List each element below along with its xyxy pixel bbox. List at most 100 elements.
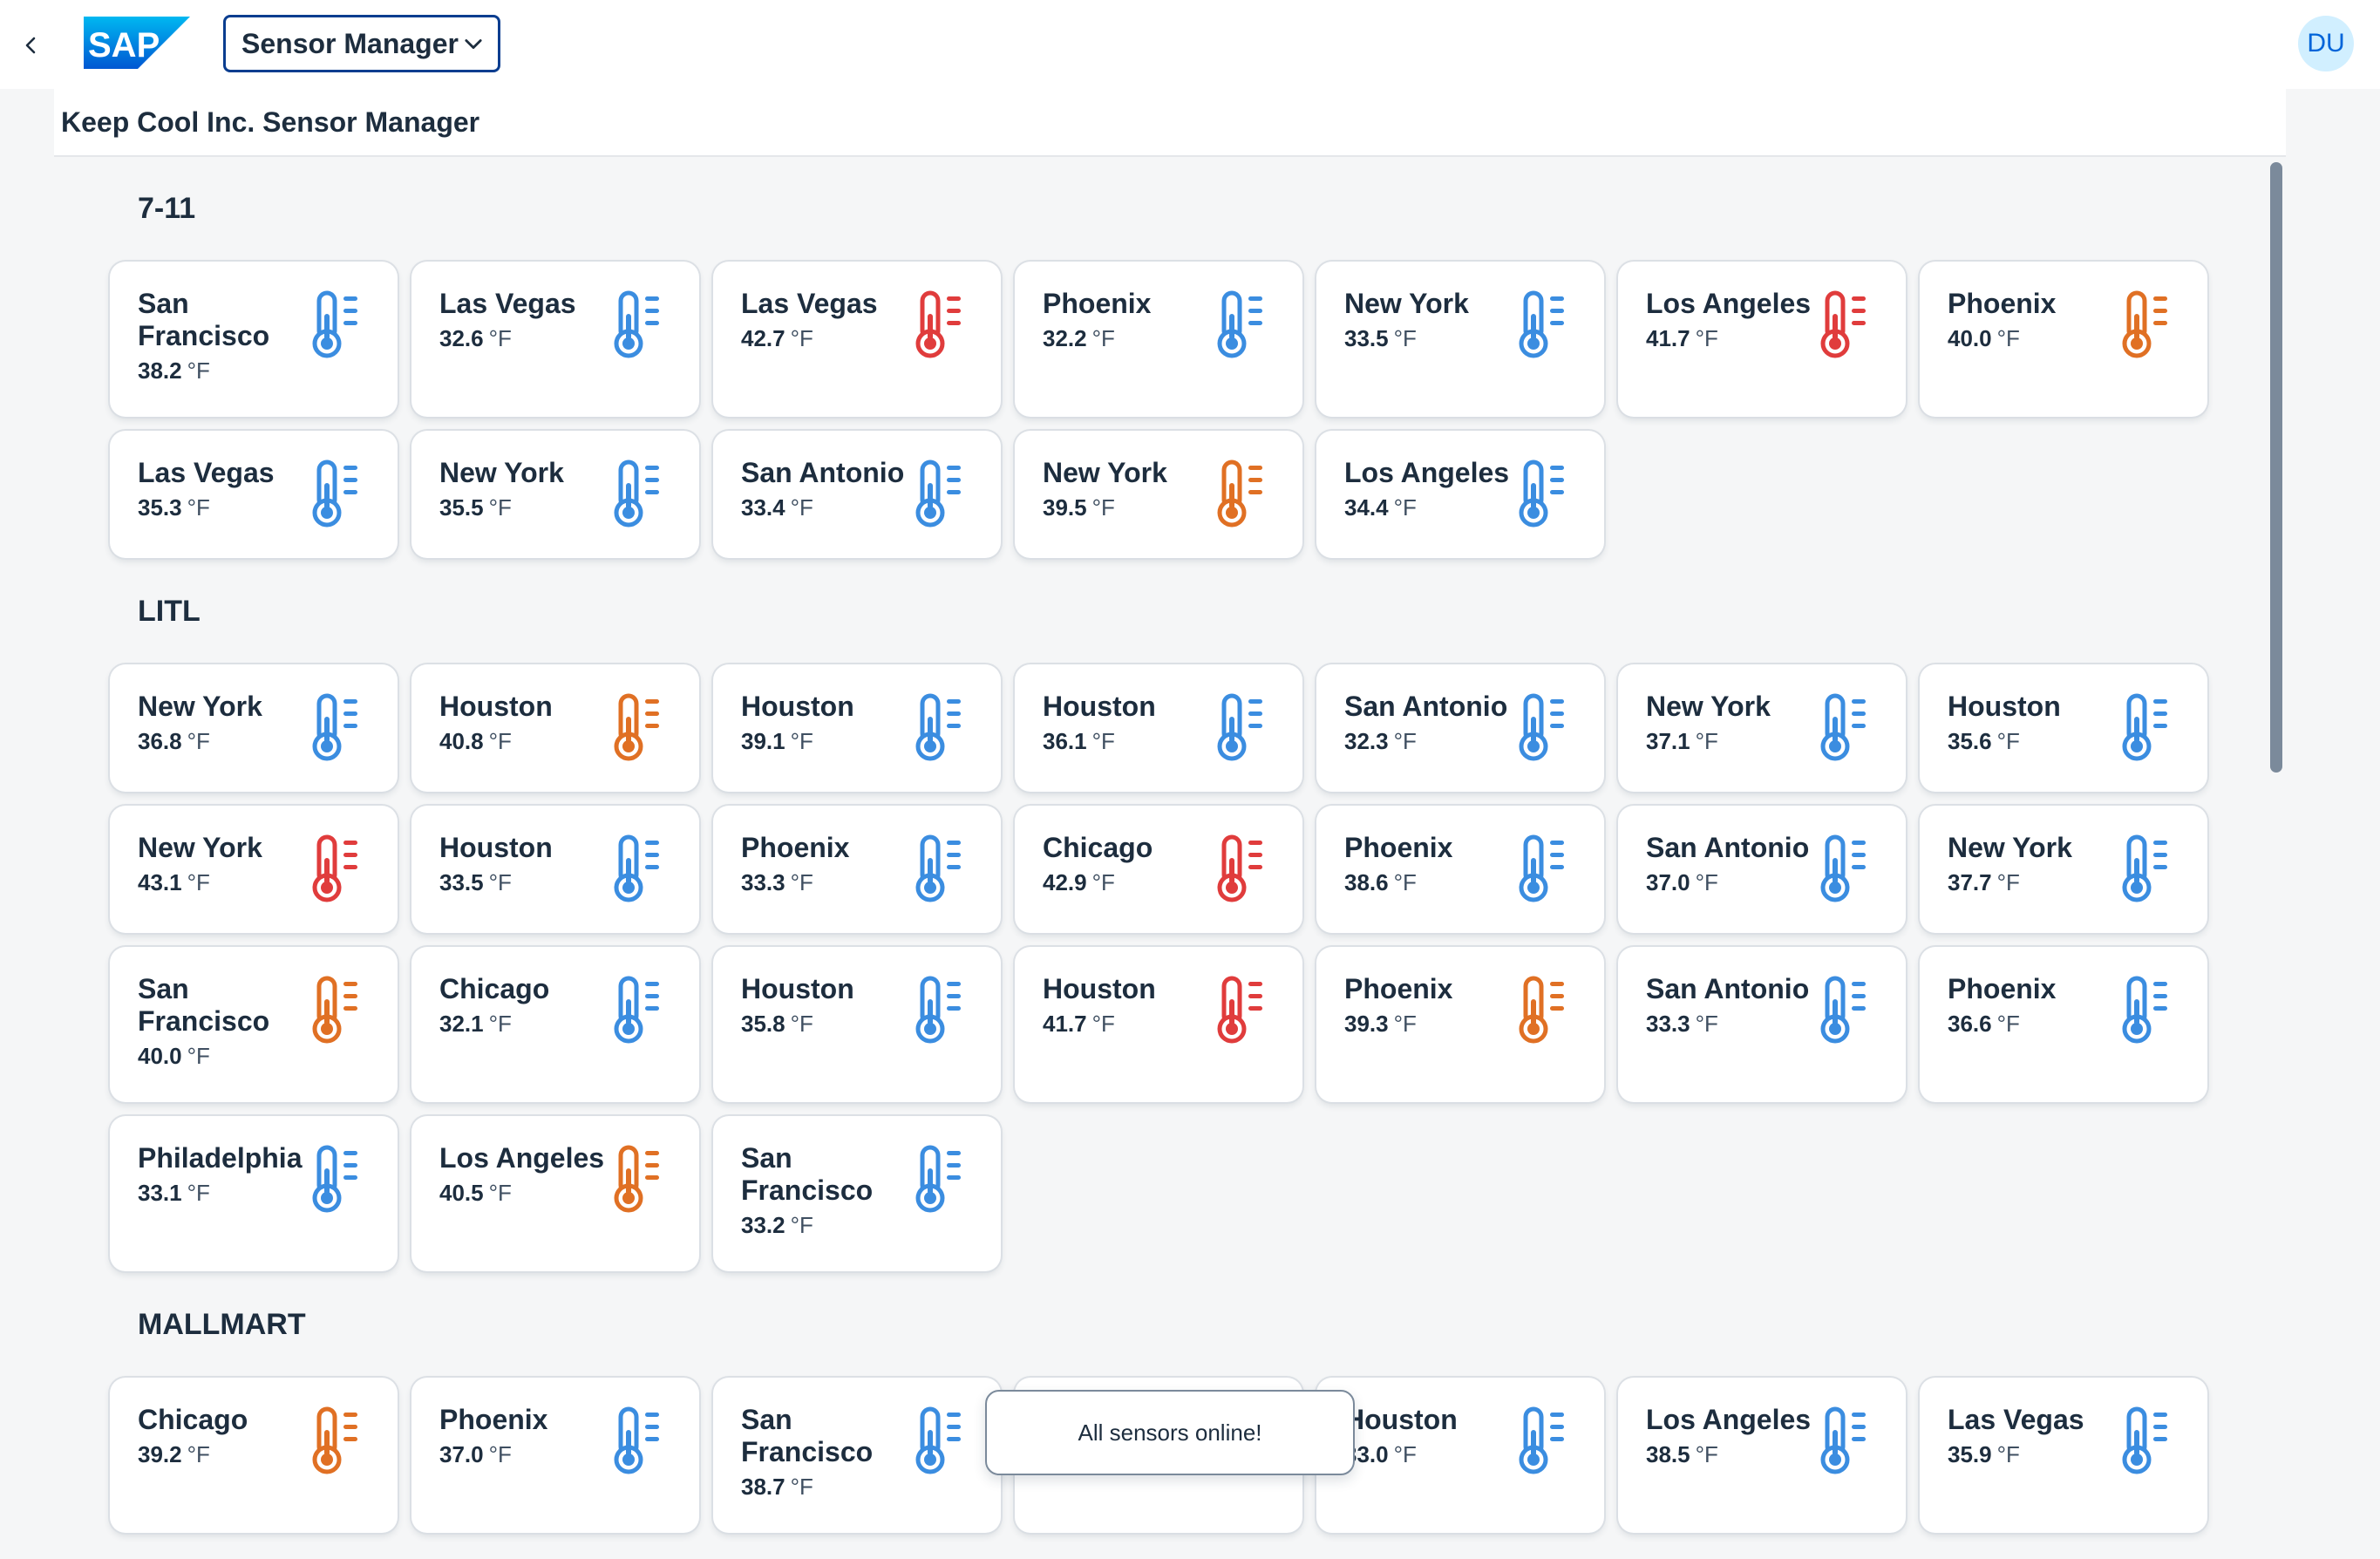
user-avatar[interactable]: DU [2298,16,2354,71]
sensor-tile[interactable]: New York 33.5 °F [1316,262,1604,417]
thermometer-icon [609,691,675,764]
temperature-unit: °F [187,1180,210,1206]
sensor-tile[interactable]: Las Vegas 35.3 °F [110,431,398,558]
sensor-temperature: 33.0 °F [1344,1441,1417,1468]
sensor-tile[interactable]: Houston 33.0 °F [1316,1378,1604,1533]
sensor-city: Chicago [138,1404,248,1435]
sensor-tile[interactable]: Houston 35.8 °F [713,947,1001,1102]
sensor-tile[interactable]: New York 43.1 °F [110,806,398,933]
sensor-city: Los Angeles [1646,288,1812,319]
sensor-tile[interactable]: Chicago 42.9 °F [1015,806,1302,933]
sensor-temperature: 37.1 °F [1646,728,1718,755]
sensor-tile[interactable]: Houston 39.1 °F [713,664,1001,792]
temperature-unit: °F [1695,1011,1718,1037]
sensor-tile[interactable]: Las Vegas 42.7 °F [713,262,1001,417]
thermometer-icon [307,1142,373,1215]
temperature-unit: °F [790,325,813,351]
sap-logo[interactable]: SAP [84,17,190,69]
scrollbar-thumb[interactable] [2270,162,2282,773]
temperature-unit: °F [1091,325,1115,351]
sensor-tile[interactable]: New York 37.7 °F [1920,806,2207,933]
sensor-tile[interactable]: Chicago 39.2 °F [110,1378,398,1533]
thermometer-icon [1815,691,1881,764]
sensor-temperature: 33.2 °F [741,1212,813,1239]
temperature-unit: °F [187,357,210,384]
thermometer-icon [910,288,976,361]
sensor-tile[interactable]: Houston 36.1 °F [1015,664,1302,792]
sensor-tile[interactable]: Phoenix 36.6 °F [1920,947,2207,1102]
sensor-tile[interactable]: San Francisco 40.0 °F [110,947,398,1102]
sensor-city: Chicago [439,973,550,1004]
sensor-tile[interactable]: Los Angeles 41.7 °F [1618,262,1906,417]
sensor-tile[interactable]: Los Angeles 38.5 °F [1618,1378,1906,1533]
sensor-tile[interactable]: San Francisco 33.2 °F [713,1116,1001,1271]
sensor-tile[interactable]: Phoenix 40.0 °F [1920,262,2207,417]
temperature-value: 38.7 [741,1474,785,1500]
thermometer-icon [307,1404,373,1477]
sensor-tile[interactable]: Los Angeles 40.5 °F [411,1116,699,1271]
temperature-unit: °F [1393,1011,1417,1037]
sensor-city: Las Vegas [439,288,576,319]
temperature-unit: °F [488,1180,512,1206]
thermometer-icon [1513,973,1580,1046]
temperature-value: 33.3 [1646,1011,1690,1037]
temperature-value: 32.3 [1344,728,1389,754]
sensor-temperature: 33.1 °F [138,1180,210,1207]
sensor-tile[interactable]: New York 37.1 °F [1618,664,1906,792]
sensor-city: San Antonio [1646,832,1810,863]
sensor-tile[interactable]: Houston 40.8 °F [411,664,699,792]
sensor-temperature: 40.0 °F [1948,325,2020,352]
sensor-tile[interactable]: San Francisco 38.2 °F [110,262,398,417]
sensor-temperature: 41.7 °F [1043,1011,1115,1038]
temperature-unit: °F [1091,869,1115,895]
sensor-temperature: 38.7 °F [741,1474,813,1501]
thermometer-icon [2117,691,2183,764]
product-switcher-menu[interactable]: Sensor Manager [223,15,500,72]
sensor-city: New York [1344,288,1469,319]
sensor-tile[interactable]: Los Angeles 34.4 °F [1316,431,1604,558]
sensor-tile[interactable]: Las Vegas 35.9 °F [1920,1378,2207,1533]
sensor-temperature: 36.1 °F [1043,728,1115,755]
sensor-tile[interactable]: San Antonio 37.0 °F [1618,806,1906,933]
thermometer-icon [1513,1404,1580,1477]
temperature-value: 39.5 [1043,494,1087,521]
sensor-tile[interactable]: Philadelphia 33.1 °F [110,1116,398,1271]
sensor-groups: 7-11 San Francisco 38.2 °F Las Vegas 32.6 °F La… [54,159,2265,1559]
sensor-tile[interactable]: Houston 33.5 °F [411,806,699,933]
sensor-tile[interactable]: San Antonio 33.4 °F [713,431,1001,558]
sensor-temperature: 32.3 °F [1344,728,1417,755]
sensor-tile[interactable]: San Antonio 32.3 °F [1316,664,1604,792]
sensor-temperature: 35.8 °F [741,1011,813,1038]
temperature-unit: °F [187,494,210,521]
sensor-tile[interactable]: San Francisco 38.7 °F [713,1378,1001,1533]
sensor-city: Philadelphia [138,1142,303,1174]
sensor-tile[interactable]: Phoenix 37.0 °F [411,1378,699,1533]
temperature-unit: °F [488,1441,512,1467]
sensor-tile[interactable]: Phoenix 39.3 °F [1316,947,1604,1102]
sensor-tile[interactable]: Chicago 32.1 °F [411,947,699,1102]
thermometer-icon [609,1142,675,1215]
sensor-temperature: 39.2 °F [138,1441,210,1468]
sensor-tile[interactable]: Las Vegas 32.6 °F [411,262,699,417]
sensor-temperature: 43.1 °F [138,869,210,896]
sensor-tile[interactable]: Phoenix 38.6 °F [1316,806,1604,933]
sensor-temperature: 32.1 °F [439,1011,512,1038]
sensor-tile[interactable]: Phoenix 32.2 °F [1015,262,1302,417]
temperature-value: 33.3 [741,869,785,895]
back-button[interactable] [10,24,52,66]
sensor-city: New York [1646,691,1771,722]
sensor-tile[interactable]: San Antonio 33.3 °F [1618,947,1906,1102]
sensor-tile[interactable]: Houston 41.7 °F [1015,947,1302,1102]
thermometer-icon [1212,691,1278,764]
sensor-tile[interactable]: Houston 35.6 °F [1920,664,2207,792]
temperature-value: 37.0 [1646,869,1690,895]
temperature-unit: °F [1091,494,1115,521]
sensor-temperature: 39.1 °F [741,728,813,755]
sensor-tile[interactable]: Phoenix 33.3 °F [713,806,1001,933]
sensor-city: Phoenix [1043,288,1152,319]
sensor-tile[interactable]: New York 35.5 °F [411,431,699,558]
vertical-scrollbar[interactable] [2265,159,2286,1559]
sensor-temperature: 33.3 °F [741,869,813,896]
sensor-tile[interactable]: New York 39.5 °F [1015,431,1302,558]
sensor-tile[interactable]: New York 36.8 °F [110,664,398,792]
